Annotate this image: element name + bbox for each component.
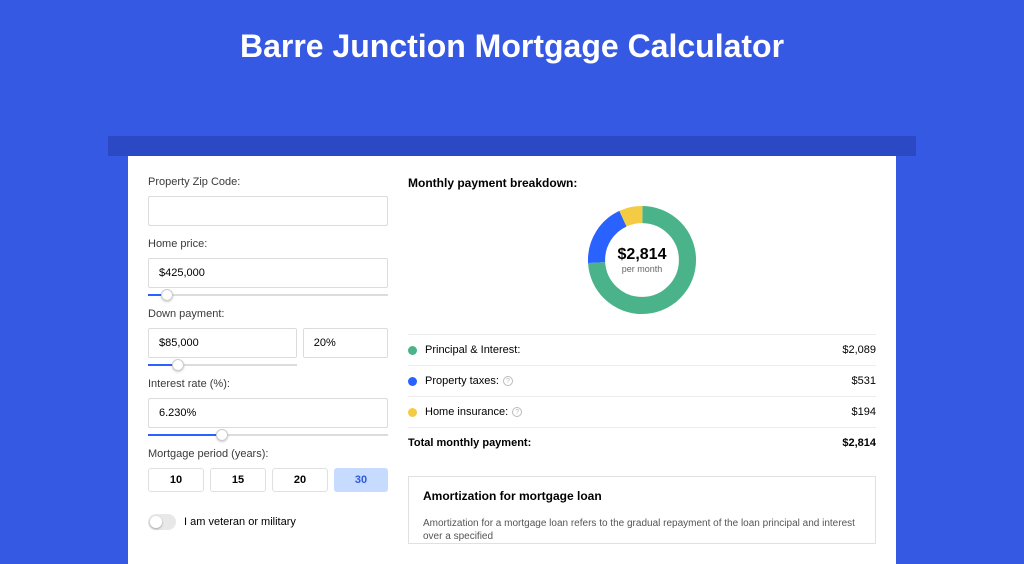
page-title: Barre Junction Mortgage Calculator xyxy=(0,28,1024,65)
breakdown-total-row: Total monthly payment: $2,814 xyxy=(408,427,876,458)
veteran-row: I am veteran or military xyxy=(148,514,388,530)
breakdown-row: Property taxes:?$531 xyxy=(408,365,876,396)
period-buttons: 10152030 xyxy=(148,468,388,492)
breakdown-value: $194 xyxy=(852,406,876,418)
veteran-toggle[interactable] xyxy=(148,514,176,530)
breakdown-label: Property taxes:? xyxy=(425,375,852,387)
zip-label: Property Zip Code: xyxy=(148,176,388,188)
breakdown-label: Home insurance:? xyxy=(425,406,852,418)
breakdown-row: Home insurance:?$194 xyxy=(408,396,876,427)
veteran-label: I am veteran or military xyxy=(184,516,296,528)
amortization-text: Amortization for a mortgage loan refers … xyxy=(423,517,861,543)
dp-label: Down payment: xyxy=(148,308,388,320)
donut-chart: $2,814 per month xyxy=(582,200,702,320)
breakdown-column: Monthly payment breakdown: $2,814 per mo… xyxy=(408,176,876,544)
legend-dot xyxy=(408,408,417,417)
breakdown-list: Principal & Interest:$2,089Property taxe… xyxy=(408,334,876,427)
legend-dot xyxy=(408,346,417,355)
info-icon[interactable]: ? xyxy=(503,376,513,386)
calculator-card: Property Zip Code: Home price: Down paym… xyxy=(128,156,896,564)
rate-slider-fill xyxy=(148,434,222,436)
donut-amount: $2,814 xyxy=(618,246,667,264)
breakdown-value: $531 xyxy=(852,375,876,387)
legend-dot xyxy=(408,377,417,386)
rate-label: Interest rate (%): xyxy=(148,378,388,390)
inputs-column: Property Zip Code: Home price: Down paym… xyxy=(148,176,388,544)
card-back-strip xyxy=(108,136,916,156)
period-option-30[interactable]: 30 xyxy=(334,468,388,492)
price-slider-thumb[interactable] xyxy=(161,289,173,301)
rate-slider[interactable] xyxy=(148,434,388,436)
total-label: Total monthly payment: xyxy=(408,437,842,449)
donut-sub: per month xyxy=(622,264,663,274)
dp-slider-thumb[interactable] xyxy=(172,359,184,371)
dp-amount-input[interactable] xyxy=(148,328,297,358)
breakdown-value: $2,089 xyxy=(842,344,876,356)
period-option-20[interactable]: 20 xyxy=(272,468,328,492)
amortization-box: Amortization for mortgage loan Amortizat… xyxy=(408,476,876,544)
period-label: Mortgage period (years): xyxy=(148,448,388,460)
dp-slider[interactable] xyxy=(148,364,297,366)
period-option-10[interactable]: 10 xyxy=(148,468,204,492)
price-input[interactable] xyxy=(148,258,388,288)
dp-percent-input[interactable] xyxy=(303,328,388,358)
rate-slider-thumb[interactable] xyxy=(216,429,228,441)
breakdown-label: Principal & Interest: xyxy=(425,344,842,356)
price-label: Home price: xyxy=(148,238,388,250)
price-slider[interactable] xyxy=(148,294,388,296)
period-option-15[interactable]: 15 xyxy=(210,468,266,492)
amortization-title: Amortization for mortgage loan xyxy=(423,489,861,503)
zip-input[interactable] xyxy=(148,196,388,226)
total-value: $2,814 xyxy=(842,437,876,449)
breakdown-row: Principal & Interest:$2,089 xyxy=(408,334,876,365)
info-icon[interactable]: ? xyxy=(512,407,522,417)
rate-input[interactable] xyxy=(148,398,388,428)
breakdown-title: Monthly payment breakdown: xyxy=(408,176,876,190)
donut-wrap: $2,814 per month xyxy=(408,200,876,320)
